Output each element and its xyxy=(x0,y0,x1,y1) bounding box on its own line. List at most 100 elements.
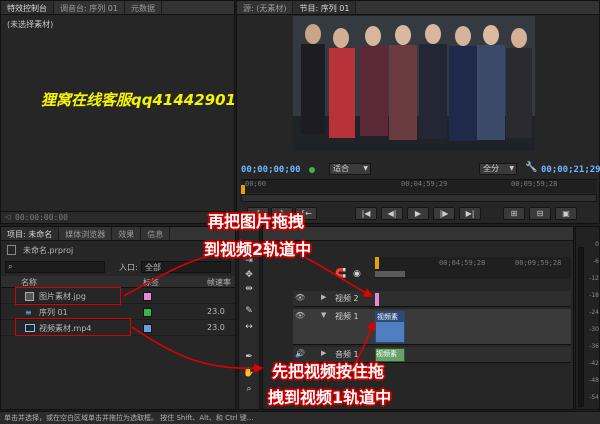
image-clip-v2[interactable] xyxy=(375,293,379,306)
wrench-icon[interactable]: 🔧 xyxy=(525,162,537,173)
vu-tick-label: -42 xyxy=(589,360,599,367)
no-clip-selected-label: (未选择素材) xyxy=(7,20,54,29)
tab-project[interactable]: 项目: 未命名 xyxy=(1,227,60,240)
zoom-tool-icon[interactable]: ⌕ xyxy=(242,383,256,396)
project-item-name: 序列 01 xyxy=(39,308,68,317)
tab-audio-mixer[interactable]: 调音台: 序列 01 xyxy=(54,1,125,14)
column-label[interactable]: 标签 xyxy=(143,277,159,288)
video-frame xyxy=(293,16,535,151)
video-clip-v1[interactable]: 视频素 xyxy=(375,311,405,343)
extract-button[interactable]: ⊟ xyxy=(529,207,551,220)
tab-metadata[interactable]: 元数据 xyxy=(125,1,162,14)
rolling-edit-tool-icon[interactable]: ⇹ xyxy=(242,283,256,296)
effect-controls-footer: ◁ 00:00:00:00 xyxy=(1,211,234,223)
export-frame-button[interactable]: ▣ xyxy=(555,207,577,220)
track-name: 视频 2 xyxy=(335,294,359,303)
fit-select[interactable]: 适合 ▼ xyxy=(329,163,371,175)
program-duration-timecode: 00;00;21;29 xyxy=(541,165,600,175)
timeline-ruler[interactable]: 00;04;59;28 00;09;59;28 xyxy=(375,257,571,279)
column-frame-rate[interactable]: 帧速率 xyxy=(207,277,231,288)
quality-select-value: 全分 xyxy=(483,164,499,173)
vu-tick-label: 0 xyxy=(595,241,599,248)
work-area-bar[interactable] xyxy=(375,271,405,277)
eye-icon[interactable]: 👁 xyxy=(295,311,305,320)
effect-controls-tabbar: 特效控制台 调音台: 序列 01 元数据 xyxy=(1,1,234,15)
vu-tick-label: -18 xyxy=(589,292,599,299)
label-color-swatch xyxy=(143,308,152,317)
watermark-text: 狸窝在线客服qq41442901 xyxy=(41,91,236,109)
razor-tool-icon[interactable]: ✎ xyxy=(242,305,256,318)
fit-select-value: 适合 xyxy=(333,164,349,173)
highlight-box-video xyxy=(15,318,131,336)
timeline-ruler-label: 00;09;59;28 xyxy=(515,259,562,267)
go-to-in-point-button[interactable]: |◀ xyxy=(355,207,377,220)
monitor-time-ruler[interactable]: 00;00 00;04;59;29 00;09;59;28 xyxy=(241,179,597,194)
in-out-indicator-dot xyxy=(309,167,315,173)
eye-icon[interactable]: 👁 xyxy=(295,293,305,302)
project-file-name: 未命名.prproj xyxy=(23,246,74,255)
expand-track-icon[interactable]: ▶ xyxy=(321,293,326,301)
tab-media-browser[interactable]: 媒体浏览器 xyxy=(59,227,113,240)
annotation-bottom-line2: 拽到视频1轨道中 xyxy=(268,388,392,407)
step-forward-button[interactable]: |▶ xyxy=(433,207,455,220)
tab-effects[interactable]: 效果 xyxy=(112,227,142,240)
track-video-2[interactable]: 👁 ▶ 视频 2 xyxy=(293,291,571,307)
play-button[interactable]: ▶ xyxy=(407,207,429,220)
ruler-tick-label: 00;04;59;29 xyxy=(401,180,448,188)
tab-program[interactable]: 节目: 序列 01 xyxy=(293,1,357,14)
expand-track-icon[interactable]: ▶ xyxy=(321,349,326,357)
project-item-rate: 23.0 xyxy=(207,323,225,332)
ruler-tick-label: 00;00 xyxy=(245,180,267,188)
go-to-out-button[interactable]: ▶| xyxy=(459,207,481,220)
label-color-swatch xyxy=(143,292,152,301)
vu-tick-label: -48 xyxy=(589,377,599,384)
effect-controls-timecode: 00:00:00:00 xyxy=(15,213,68,222)
playhead-marker[interactable] xyxy=(375,257,379,269)
quality-select[interactable]: 全分 ▼ xyxy=(479,163,517,175)
tab-source[interactable]: 源: (无素材) xyxy=(237,1,294,14)
band-members-image xyxy=(293,16,535,151)
project-item-rate: 23.0 xyxy=(207,307,225,316)
highlight-box-image xyxy=(15,287,121,305)
lift-button[interactable]: ⊞ xyxy=(503,207,525,220)
timeline-ruler-label: 00;04;59;28 xyxy=(439,259,486,267)
program-monitor-panel: 源: (无素材) 节目: 序列 01 00;00;00;00 适合 ▼ 全分 ▼… xyxy=(236,0,600,224)
ripple-edit-tool-icon[interactable]: ✥ xyxy=(242,269,256,282)
program-current-timecode[interactable]: 00;00;00;00 xyxy=(241,165,301,175)
vu-tick-label: -30 xyxy=(589,326,599,333)
playhead-marker[interactable] xyxy=(241,185,245,194)
project-tabbar: 项目: 未命名 媒体浏览器 效果 信息 xyxy=(1,227,235,241)
marker-icon[interactable]: ◉ xyxy=(353,269,361,279)
in-filter-select[interactable]: 全部 xyxy=(141,261,231,273)
pen-tool-icon[interactable]: ✒ xyxy=(242,351,256,364)
ruler-tick-label: 00;09;59;28 xyxy=(511,180,558,188)
audio-meter-panel: 0 -6 -12 -18 -24 -30 -36 -42 -48 -54 xyxy=(575,226,600,410)
vu-tick-label: -54 xyxy=(589,394,599,401)
sequence-icon: ≡ xyxy=(25,308,32,317)
annotation-top-line1: 再把图片拖拽 xyxy=(208,212,305,231)
play-mini-icon[interactable]: ◁ xyxy=(5,213,10,221)
vu-meter-scale: 0 -6 -12 -18 -24 -30 -36 -42 -48 -54 xyxy=(584,241,600,411)
search-input[interactable]: ⌕ xyxy=(5,261,105,273)
in-filter-value: 全部 xyxy=(145,263,161,272)
annotation-top-line2: 到视频2轨道中 xyxy=(204,240,312,259)
speaker-icon[interactable]: 🔊 xyxy=(295,349,305,358)
slip-tool-icon[interactable]: ↔ xyxy=(242,321,256,334)
clip-label: 视频素 xyxy=(376,350,397,358)
snap-icon[interactable]: 🧲 xyxy=(335,269,346,279)
tab-effect-controls[interactable]: 特效控制台 xyxy=(1,1,54,14)
track-name: 视频 1 xyxy=(335,312,359,321)
effect-controls-panel: 特效控制台 调音台: 序列 01 元数据 (未选择素材) 狸窝在线客服qq414… xyxy=(0,0,236,224)
monitor-scrollbar[interactable] xyxy=(241,194,597,202)
track-video-1[interactable]: 👁 ▼ 视频 1 xyxy=(293,309,571,345)
collapse-track-icon[interactable]: ▼ xyxy=(321,311,326,319)
vu-tick-label: -6 xyxy=(593,258,599,265)
hand-tool-icon[interactable]: ✋ xyxy=(242,367,256,380)
project-file-icon xyxy=(7,245,16,255)
vu-tick-label: -24 xyxy=(589,309,599,316)
label-color-swatch xyxy=(143,324,152,333)
step-back-button[interactable]: ◀| xyxy=(381,207,403,220)
tab-info[interactable]: 信息 xyxy=(141,227,171,240)
annotation-bottom-line1: 先把视频按住拖 xyxy=(272,362,385,381)
vu-tick-label: -12 xyxy=(589,275,599,282)
